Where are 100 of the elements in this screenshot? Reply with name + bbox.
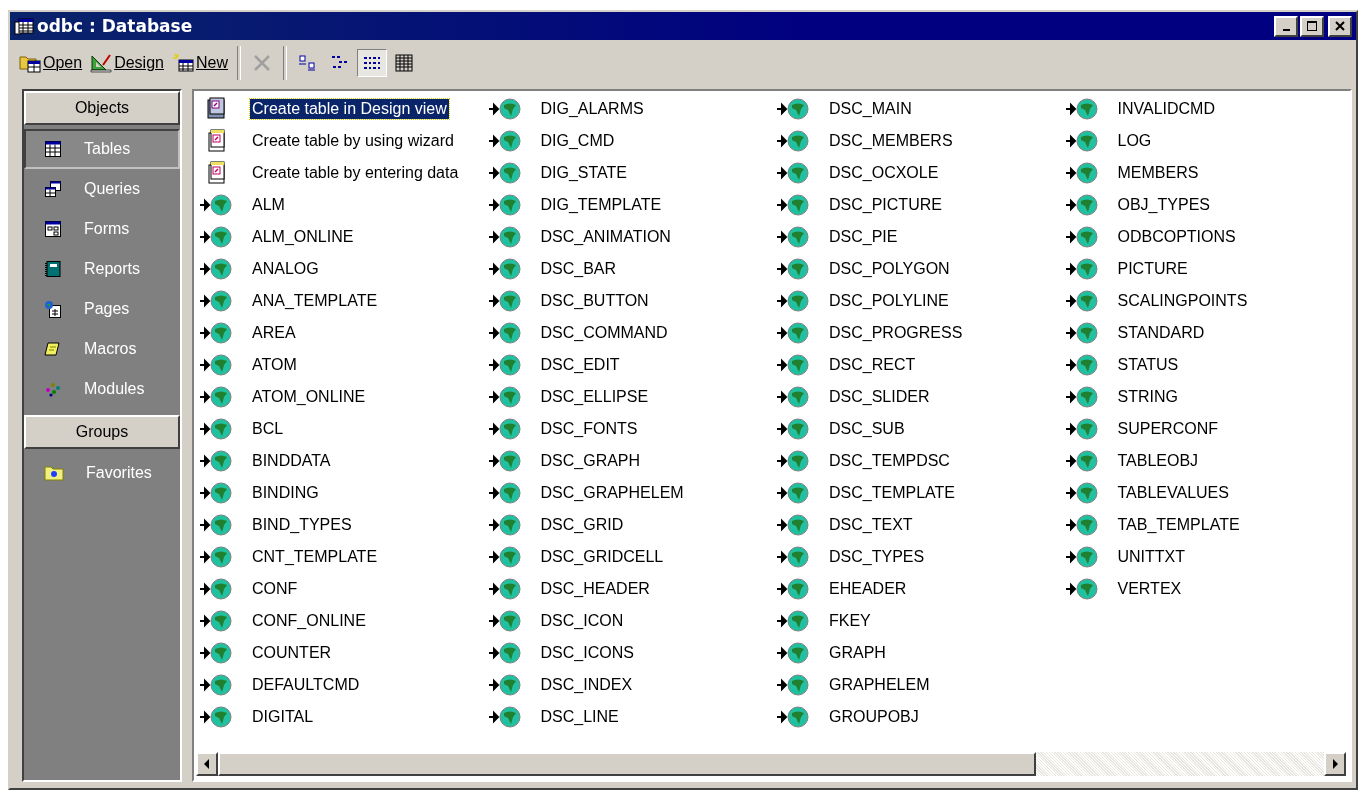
- list-item[interactable]: Create table by using wizard: [196, 125, 485, 157]
- list-item[interactable]: Create table in Design view: [196, 93, 485, 125]
- horizontal-scrollbar[interactable]: [196, 752, 1346, 776]
- linked-globe-icon: [199, 289, 233, 313]
- list-item[interactable]: Create table by entering data: [196, 157, 485, 189]
- list-item[interactable]: ALM_ONLINE: [196, 221, 485, 253]
- list-item[interactable]: ODBCOPTIONS: [1061, 221, 1350, 253]
- list-item[interactable]: DIG_STATE: [484, 157, 773, 189]
- list-item[interactable]: DSC_ELLIPSE: [484, 381, 773, 413]
- list-item[interactable]: DSC_TYPES: [773, 541, 1062, 573]
- list-item[interactable]: DSC_ICON: [484, 605, 773, 637]
- list-item[interactable]: DSC_BAR: [484, 253, 773, 285]
- list-item[interactable]: BIND_TYPES: [196, 509, 485, 541]
- object-type-item[interactable]: Tables: [24, 129, 180, 169]
- list-item[interactable]: DIGITAL: [196, 701, 485, 733]
- toolbar-button[interactable]: New: [168, 49, 231, 77]
- list-item[interactable]: STATUS: [1061, 349, 1350, 381]
- list-item[interactable]: DSC_PICTURE: [773, 189, 1062, 221]
- list-item[interactable]: MEMBERS: [1061, 157, 1350, 189]
- linked-globe-icon: [487, 321, 522, 345]
- list-item[interactable]: DSC_SLIDER: [773, 381, 1062, 413]
- list-item[interactable]: GROUPOBJ: [773, 701, 1062, 733]
- list-item[interactable]: DSC_GRAPHELEM: [484, 477, 773, 509]
- object-type-item[interactable]: Modules: [24, 369, 180, 409]
- list-item[interactable]: DSC_OCXOLE: [773, 157, 1062, 189]
- objects-header[interactable]: Objects: [24, 91, 180, 125]
- close-button[interactable]: [1328, 15, 1352, 37]
- list-item[interactable]: DSC_HEADER: [484, 573, 773, 605]
- list-item[interactable]: DIG_CMD: [484, 125, 773, 157]
- list-item[interactable]: LOG: [1061, 125, 1350, 157]
- list-item[interactable]: DSC_POLYGON: [773, 253, 1062, 285]
- list-item[interactable]: SCALINGPOINTS: [1061, 285, 1350, 317]
- list-item[interactable]: DSC_GRID: [484, 509, 773, 541]
- list-item[interactable]: FKEY: [773, 605, 1062, 637]
- list-item[interactable]: ATOM_ONLINE: [196, 381, 485, 413]
- list-item[interactable]: BCL: [196, 413, 485, 445]
- list-item[interactable]: BINDING: [196, 477, 485, 509]
- object-type-item[interactable]: Reports: [24, 249, 180, 289]
- object-type-item[interactable]: Forms: [24, 209, 180, 249]
- list-item[interactable]: PICTURE: [1061, 253, 1350, 285]
- minimize-button[interactable]: [1274, 15, 1298, 37]
- list-item[interactable]: TABLEOBJ: [1061, 445, 1350, 477]
- toolbar-button[interactable]: Open: [16, 49, 86, 77]
- list-item[interactable]: DSC_MAIN: [773, 93, 1062, 125]
- maximize-button[interactable]: [1300, 15, 1324, 37]
- list-item[interactable]: TAB_TEMPLATE: [1061, 509, 1350, 541]
- list-item[interactable]: COUNTER: [196, 637, 485, 669]
- scroll-right-button[interactable]: [1324, 752, 1346, 776]
- list-item[interactable]: DSC_TEMPLATE: [773, 477, 1062, 509]
- group-item[interactable]: Favorites: [24, 453, 180, 493]
- list-item[interactable]: DSC_PIE: [773, 221, 1062, 253]
- list-item[interactable]: ANA_TEMPLATE: [196, 285, 485, 317]
- list-item[interactable]: DSC_INDEX: [484, 669, 773, 701]
- list-item[interactable]: STANDARD: [1061, 317, 1350, 349]
- list-item[interactable]: DSC_PROGRESS: [773, 317, 1062, 349]
- list-item[interactable]: OBJ_TYPES: [1061, 189, 1350, 221]
- list-item[interactable]: DSC_TEMPDSC: [773, 445, 1062, 477]
- list-item[interactable]: STRING: [1061, 381, 1350, 413]
- list-item[interactable]: ATOM: [196, 349, 485, 381]
- list-item[interactable]: DSC_TEXT: [773, 509, 1062, 541]
- object-type-item[interactable]: Macros: [24, 329, 180, 369]
- list-item[interactable]: DEFAULTCMD: [196, 669, 485, 701]
- list-item[interactable]: DSC_LINE: [484, 701, 773, 733]
- list-item[interactable]: DSC_EDIT: [484, 349, 773, 381]
- list-item[interactable]: EHEADER: [773, 573, 1062, 605]
- scroll-thumb[interactable]: [218, 752, 1037, 776]
- toolbar-button[interactable]: Design: [87, 49, 167, 77]
- linked-globe-icon: [1064, 129, 1099, 153]
- list-item[interactable]: DSC_COMMAND: [484, 317, 773, 349]
- list-item[interactable]: SUPERCONF: [1061, 413, 1350, 445]
- list-item[interactable]: DSC_ANIMATION: [484, 221, 773, 253]
- list-item[interactable]: DSC_SUB: [773, 413, 1062, 445]
- list-item[interactable]: VERTEX: [1061, 573, 1350, 605]
- list-item[interactable]: ANALOG: [196, 253, 485, 285]
- list-item[interactable]: DSC_GRAPH: [484, 445, 773, 477]
- list-item[interactable]: DSC_ICONS: [484, 637, 773, 669]
- list-item[interactable]: DSC_RECT: [773, 349, 1062, 381]
- list-item[interactable]: CNT_TEMPLATE: [196, 541, 485, 573]
- list-item[interactable]: GRAPH: [773, 637, 1062, 669]
- list-item[interactable]: INVALIDCMD: [1061, 93, 1350, 125]
- list-item[interactable]: GRAPHELEM: [773, 669, 1062, 701]
- list-item[interactable]: DIG_ALARMS: [484, 93, 773, 125]
- list-item[interactable]: DIG_TEMPLATE: [484, 189, 773, 221]
- list-item[interactable]: DSC_BUTTON: [484, 285, 773, 317]
- object-type-item[interactable]: Queries: [24, 169, 180, 209]
- list-item[interactable]: TABLEVALUES: [1061, 477, 1350, 509]
- list-item[interactable]: CONF: [196, 573, 485, 605]
- list-item[interactable]: DSC_GRIDCELL: [484, 541, 773, 573]
- list-item[interactable]: CONF_ONLINE: [196, 605, 485, 637]
- list-item[interactable]: DSC_POLYLINE: [773, 285, 1062, 317]
- list-item[interactable]: UNITTXT: [1061, 541, 1350, 573]
- scroll-left-button[interactable]: [196, 752, 218, 776]
- list-item[interactable]: BINDDATA: [196, 445, 485, 477]
- groups-header[interactable]: Groups: [24, 415, 180, 449]
- list-item[interactable]: ALM: [196, 189, 485, 221]
- list-item[interactable]: AREA: [196, 317, 485, 349]
- view-button[interactable]: [356, 49, 387, 77]
- list-item[interactable]: DSC_MEMBERS: [773, 125, 1062, 157]
- object-type-item[interactable]: Pages: [24, 289, 180, 329]
- list-item[interactable]: DSC_FONTS: [484, 413, 773, 445]
